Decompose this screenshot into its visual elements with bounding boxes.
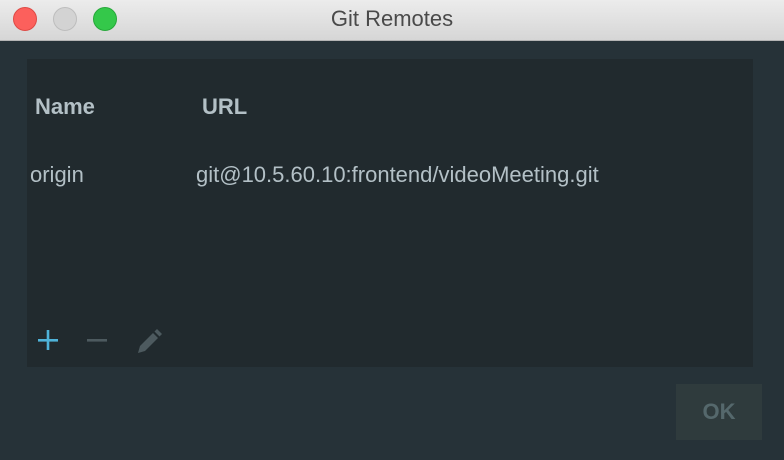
window-title: Git Remotes [330,6,454,31]
edit-remote-button[interactable] [133,323,165,359]
ok-button[interactable]: OK [676,384,762,440]
column-header-name[interactable]: Name [35,87,95,127]
remote-url-cell: git@10.5.60.10:frontend/videoMeeting.git [196,162,599,187]
column-header-url[interactable]: URL [202,87,247,127]
remote-name-cell: origin [30,162,84,187]
table-header: Name URL [27,87,753,127]
table-row[interactable]: origin git@10.5.60.10:frontend/videoMeet… [27,155,753,195]
pencil-icon [138,329,162,353]
title-bar[interactable]: Git Remotes [0,0,784,41]
git-remotes-dialog: Git Remotes Name URL origin git@10.5.60.… [0,0,784,460]
remotes-toolbar [35,323,235,359]
remotes-table-panel: Name URL origin git@10.5.60.10:frontend/… [27,59,753,367]
remove-remote-button[interactable] [84,323,116,359]
plus-icon [38,330,58,350]
minus-icon [87,339,107,342]
add-remote-button[interactable] [35,323,67,359]
